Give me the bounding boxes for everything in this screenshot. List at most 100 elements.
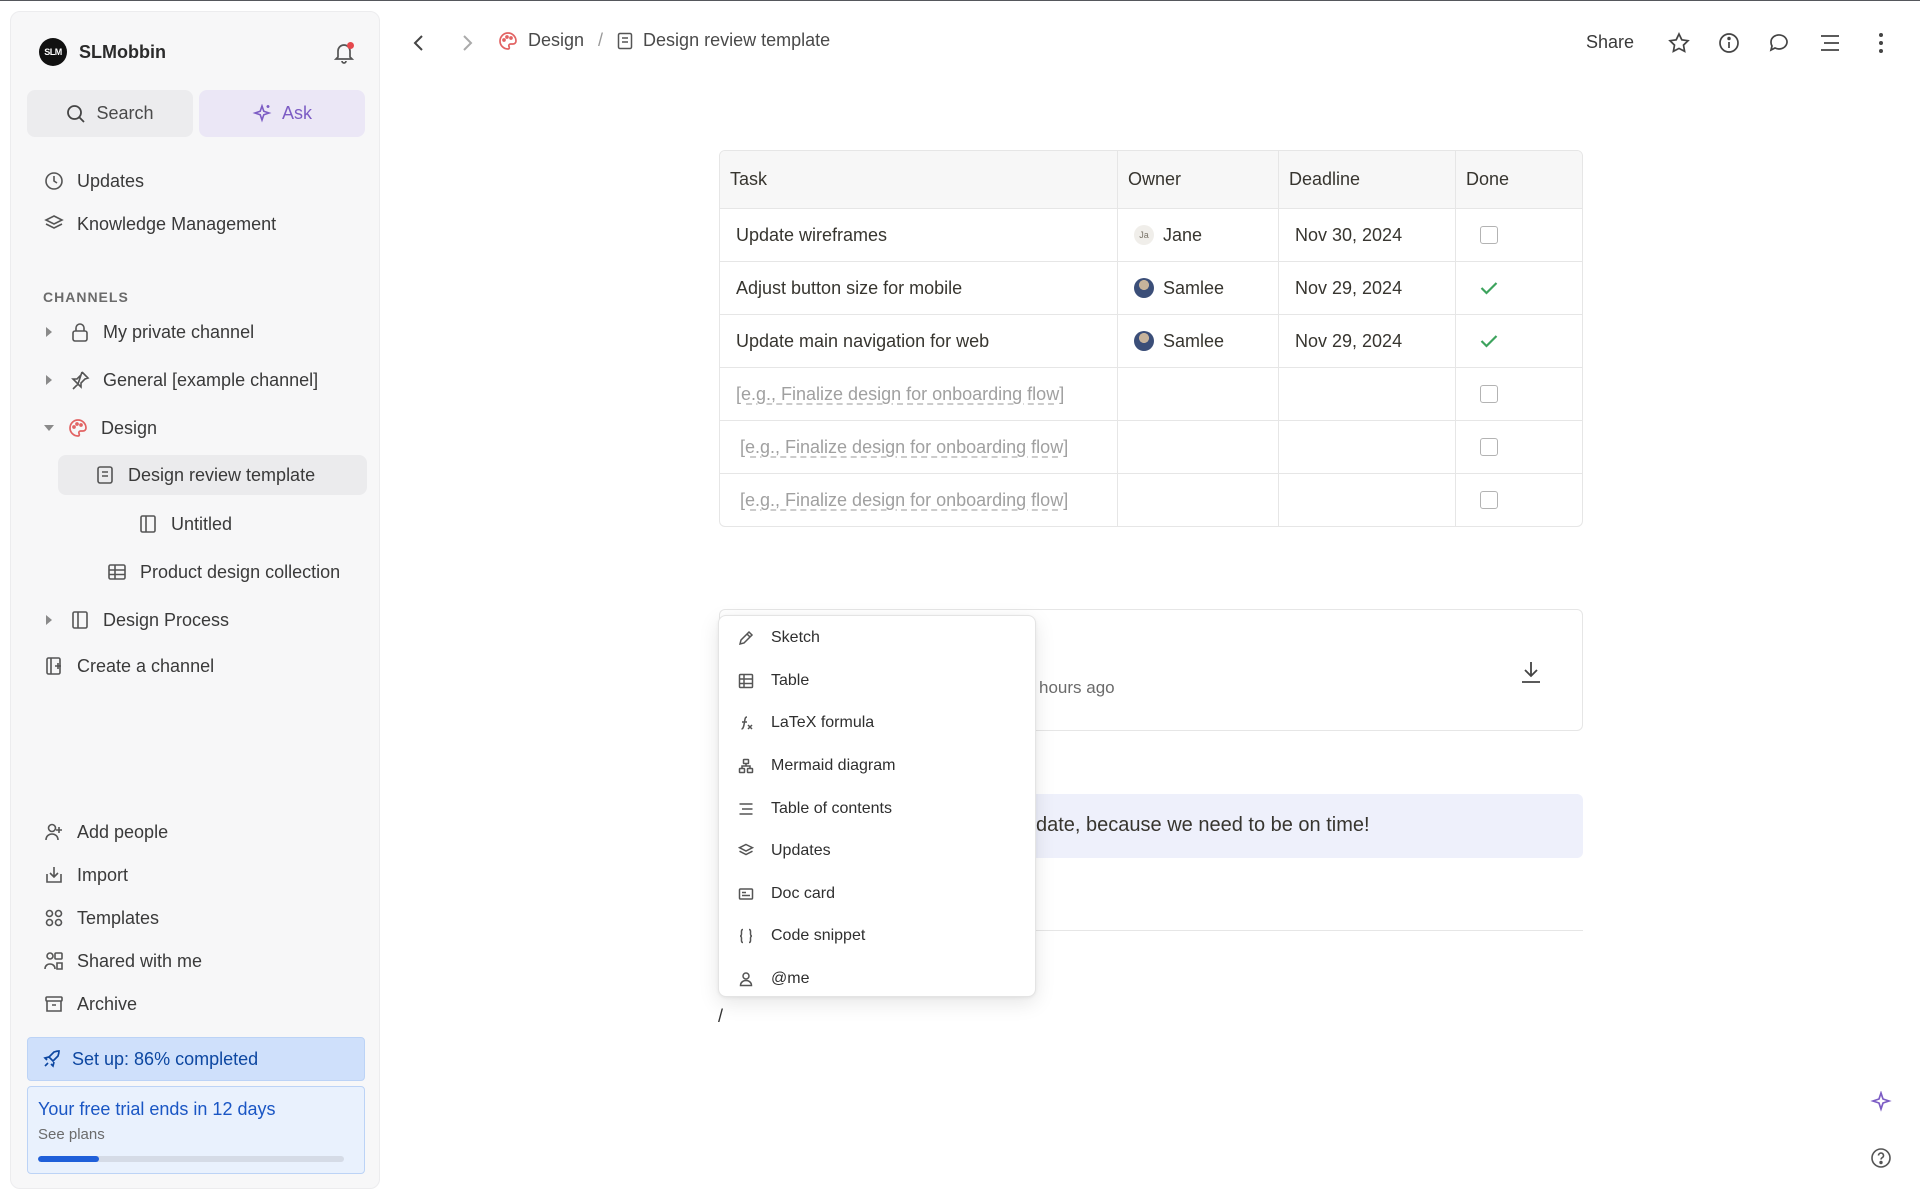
owner-cell[interactable]: Ja Jane: [1117, 209, 1278, 261]
import-icon: [43, 864, 65, 886]
book-icon: [69, 609, 91, 631]
back-button[interactable]: [404, 25, 434, 61]
star-icon[interactable]: [1664, 25, 1694, 61]
task-cell[interactable]: Update main navigation for web: [720, 315, 1117, 367]
checkmark-icon[interactable]: [1480, 281, 1498, 295]
create-channel-button[interactable]: Create a channel: [27, 646, 367, 686]
book-icon: [137, 513, 159, 535]
menu-item-sketch[interactable]: Sketch: [719, 617, 1035, 660]
share-button[interactable]: Share: [1586, 32, 1634, 53]
collapse-arrow-icon[interactable]: [43, 424, 55, 432]
column-header-owner[interactable]: Owner: [1117, 151, 1278, 208]
column-header-done[interactable]: Done: [1455, 151, 1582, 208]
done-checkbox[interactable]: [1480, 438, 1498, 456]
sidebar-item-general[interactable]: General [example channel]: [27, 360, 367, 400]
menu-item-code-snippet[interactable]: Code snippet: [719, 915, 1035, 958]
sidebar-item-label: Shared with me: [77, 950, 203, 971]
sidebar-item-design[interactable]: Design: [27, 408, 367, 448]
sidebar-item-label: Templates: [77, 907, 160, 928]
workspace-switcher[interactable]: SLM SLMobbin: [39, 38, 166, 66]
menu-item-label: Sketch: [771, 629, 820, 647]
notifications-bell-icon[interactable]: [329, 38, 359, 68]
expand-arrow-icon[interactable]: [43, 327, 55, 337]
trial-banner[interactable]: Your free trial ends in 12 days See plan…: [27, 1086, 365, 1174]
search-button[interactable]: Search: [27, 90, 193, 137]
breadcrumb-item-current[interactable]: Design review template: [643, 30, 830, 51]
menu-item-at-me[interactable]: @me: [719, 958, 1035, 1001]
menu-item-updates[interactable]: Updates: [719, 830, 1035, 873]
deadline-cell[interactable]: [1278, 421, 1455, 473]
done-cell: [1455, 209, 1582, 261]
forward-button[interactable]: [452, 25, 482, 61]
menu-item-mermaid-diagram[interactable]: Mermaid diagram: [719, 745, 1035, 788]
done-cell: [1455, 421, 1582, 473]
owner-name: Samlee: [1163, 330, 1225, 351]
done-checkbox[interactable]: [1480, 226, 1498, 244]
menu-item-table-of-contents[interactable]: Table of contents: [719, 787, 1035, 830]
sidebar-item-label: Design Process: [103, 609, 230, 630]
breadcrumb-item-design[interactable]: Design: [528, 30, 584, 51]
sparkle-icon: [252, 103, 272, 124]
menu-item-label: Table of contents: [771, 799, 892, 817]
menu-item-label: Doc card: [771, 884, 836, 902]
deadline-cell[interactable]: Nov 29, 2024: [1278, 262, 1455, 314]
download-icon[interactable]: [1520, 660, 1542, 684]
done-checkbox[interactable]: [1480, 491, 1498, 509]
menu-item-table[interactable]: Table: [719, 660, 1035, 703]
toc-icon: [737, 800, 755, 818]
expand-arrow-icon[interactable]: [43, 375, 55, 385]
owner-name: Samlee: [1163, 277, 1225, 298]
sidebar-item-product-design-collection[interactable]: Product design collection: [27, 552, 367, 592]
setup-progress-button[interactable]: Set up: 86% completed: [27, 1037, 365, 1081]
owner-cell[interactable]: Samlee: [1117, 315, 1278, 367]
shared-with-me-button[interactable]: Shared with me: [27, 941, 367, 981]
owner-cell[interactable]: Samlee: [1117, 262, 1278, 314]
sidebar-item-design-review-template[interactable]: Design review template: [58, 455, 367, 495]
task-cell[interactable]: Update wireframes: [720, 209, 1117, 261]
sidebar-item-knowledge-management[interactable]: Knowledge Management: [27, 204, 367, 244]
sidebar-item-my-private-channel[interactable]: My private channel: [27, 312, 367, 352]
pin-icon: [69, 369, 91, 391]
owner-cell[interactable]: [1117, 474, 1278, 526]
deadline-cell[interactable]: Nov 29, 2024: [1278, 315, 1455, 367]
trial-progress-fill: [38, 1156, 100, 1162]
owner-cell[interactable]: [1117, 368, 1278, 420]
task-cell[interactable]: [e.g., Finalize design for onboarding fl…: [720, 474, 1117, 526]
table-header-row: Task Owner Deadline Done: [720, 151, 1582, 208]
more-options-icon[interactable]: [1866, 25, 1896, 61]
sidebar-item-design-process[interactable]: Design Process: [27, 600, 367, 640]
done-checkbox[interactable]: [1480, 385, 1498, 403]
task-cell[interactable]: [e.g., Finalize design for onboarding fl…: [720, 368, 1117, 420]
info-icon[interactable]: [1714, 25, 1744, 61]
sidebar-item-untitled[interactable]: Untitled: [27, 504, 367, 544]
task-cell[interactable]: Adjust button size for mobile: [720, 262, 1117, 314]
ask-label: Ask: [281, 103, 312, 123]
sidebar-item-label: General [example channel]: [103, 369, 319, 390]
comment-icon[interactable]: [1764, 25, 1794, 61]
sidebar-item-updates[interactable]: Updates: [27, 161, 367, 201]
templates-button[interactable]: Templates: [27, 898, 367, 938]
owner-cell[interactable]: [1117, 421, 1278, 473]
see-plans-link[interactable]: See plans: [38, 1126, 354, 1143]
column-header-deadline[interactable]: Deadline: [1278, 151, 1455, 208]
task-cell[interactable]: [e.g., Finalize design for onboarding fl…: [720, 421, 1117, 473]
help-icon[interactable]: [1866, 1143, 1896, 1173]
archive-button[interactable]: Archive: [27, 984, 367, 1024]
ai-sparkle-icon[interactable]: [1866, 1087, 1896, 1117]
editor-slash-input[interactable]: /: [718, 1006, 723, 1027]
deadline-cell[interactable]: [1278, 474, 1455, 526]
import-button[interactable]: Import: [27, 855, 367, 895]
outline-icon[interactable]: [1815, 25, 1845, 61]
workspace-name: SLMobbin: [79, 41, 166, 62]
add-people-button[interactable]: Add people: [27, 812, 367, 852]
deadline-cell[interactable]: Nov 30, 2024: [1278, 209, 1455, 261]
column-header-task[interactable]: Task: [720, 151, 1117, 208]
checkmark-icon[interactable]: [1480, 334, 1498, 348]
ask-button[interactable]: Ask: [199, 90, 365, 137]
table-row: Update main navigation for web Samlee No…: [720, 314, 1582, 367]
menu-item-latex-formula[interactable]: LaTeX formula: [719, 702, 1035, 745]
palette-icon: [67, 417, 89, 439]
deadline-cell[interactable]: [1278, 368, 1455, 420]
menu-item-doc-card[interactable]: Doc card: [719, 873, 1035, 916]
expand-arrow-icon[interactable]: [43, 615, 55, 625]
